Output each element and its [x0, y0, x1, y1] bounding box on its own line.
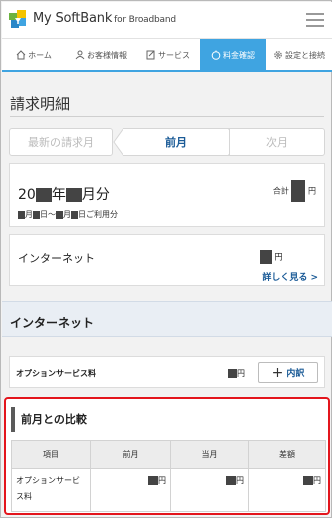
tab-service-label: サービス	[158, 50, 190, 60]
app-title-sub: for Broadband	[114, 15, 176, 25]
detail-link[interactable]: 詳しく見る >	[262, 270, 318, 283]
col-header-curr: 当月	[170, 440, 249, 469]
yen-icon	[211, 50, 221, 60]
comparison-box: 前月との比較 項目 前月 当月 差額 オプションサービス料 円 円 円	[4, 397, 330, 515]
bill-period: 月日～月日ご利用分	[18, 209, 118, 220]
bill-year-suffix: 年	[51, 187, 66, 203]
tab-home[interactable]: ホーム	[2, 39, 66, 71]
comparison-title: 前月との比較	[11, 407, 323, 432]
svg-text:Y: Y	[14, 17, 21, 26]
bill-month: 20 年月分	[18, 184, 110, 204]
col-header-item: 項目	[11, 440, 91, 469]
tab-billing-label: 料金確認	[223, 50, 255, 60]
curr-unit: 円	[236, 476, 244, 485]
period-month-2: 月	[63, 210, 71, 219]
option-unit: 円	[237, 369, 245, 378]
prev-unit: 円	[158, 476, 166, 485]
option-service-row: オプションサービス料 円 + 内訳	[9, 356, 325, 388]
option-label: オプションサービス料	[16, 369, 96, 378]
total-label: 合計	[272, 186, 289, 196]
redacted-block	[291, 180, 306, 202]
tab-settings-label: 設定と接続	[285, 50, 325, 60]
diff-unit: 円	[313, 476, 321, 485]
tab-settings[interactable]: 設定と接続	[266, 39, 332, 71]
tab-home-label: ホーム	[28, 50, 52, 60]
bill-year-prefix: 20	[18, 187, 36, 203]
previous-month-button[interactable]: 前月	[123, 128, 229, 156]
plus-icon: +	[271, 364, 284, 381]
hamburger-menu-icon[interactable]	[306, 13, 324, 27]
app-header: Y My SoftBank for Broadband	[2, 2, 332, 38]
col-header-prev: 前月	[90, 440, 171, 469]
redacted-block	[56, 210, 63, 219]
internet-section-header: インターネット	[2, 301, 332, 337]
gear-icon	[274, 51, 282, 59]
redacted-block	[260, 250, 272, 264]
internet-unit: 円	[274, 252, 283, 262]
redacted-block	[35, 188, 52, 202]
breakdown-button[interactable]: + 内訳	[258, 362, 318, 383]
internet-charge-card: インターネット 円 詳しく見る >	[9, 234, 325, 286]
app-title: My SoftBank for Broadband	[33, 11, 176, 26]
comparison-header-row: 項目 前月 当月 差額	[11, 440, 326, 469]
home-icon	[16, 50, 26, 60]
breakdown-button-label: 内訳	[286, 369, 305, 379]
page-title: 請求明細	[10, 95, 71, 113]
total-unit: 円	[308, 186, 316, 196]
redacted-block	[226, 476, 236, 485]
user-icon	[75, 50, 85, 60]
month-selector: 最新の請求月 前月 次月	[9, 128, 325, 156]
redacted-block	[71, 210, 78, 219]
internet-label: インターネット	[18, 252, 95, 265]
redacted-block	[18, 210, 25, 219]
next-month-button[interactable]: 次月	[229, 128, 325, 156]
tab-customer-info-label: お客様情報	[87, 50, 127, 60]
softbank-logo-icon: Y	[9, 10, 26, 28]
period-month-1: 月	[25, 210, 33, 219]
table-row: オプションサービス料 円 円 円	[11, 468, 326, 512]
row-curr: 円	[170, 468, 249, 512]
redacted-block	[65, 188, 82, 202]
redacted-block	[148, 476, 158, 485]
period-day-1: 日～	[40, 210, 56, 219]
row-diff: 円	[248, 468, 326, 512]
service-icon	[146, 50, 155, 60]
bill-total: 合計 円	[273, 180, 316, 202]
row-prev: 円	[90, 468, 171, 512]
section-title: インターネット	[10, 316, 95, 330]
bill-month-suffix: 月分	[81, 187, 110, 203]
latest-month-button[interactable]: 最新の請求月	[9, 128, 113, 156]
redacted-block	[228, 369, 237, 378]
comparison-table: 項目 前月 当月 差額 オプションサービス料 円 円 円	[11, 440, 326, 512]
bill-summary-card: 20 年月分 月日～月日ご利用分 合計 円	[9, 163, 325, 227]
tab-customer-info[interactable]: お客様情報	[66, 39, 136, 71]
page-title-area: 請求明細	[2, 74, 332, 124]
app-title-main: My SoftBank	[33, 11, 113, 26]
internet-value: 円	[260, 250, 283, 264]
app-frame: Y My SoftBank for Broadband ホーム お客様情報 サービ…	[0, 0, 332, 518]
option-value: 円	[228, 368, 245, 379]
redacted-block	[33, 210, 40, 219]
row-item: オプションサービス料	[11, 468, 91, 512]
redacted-block	[303, 476, 313, 485]
col-header-diff: 差額	[248, 440, 326, 469]
tab-billing[interactable]: 料金確認	[200, 39, 266, 71]
period-day-2: 日ご利用分	[78, 210, 118, 219]
main-nav: ホーム お客様情報 サービス 料金確認 設定と接続	[2, 38, 332, 72]
tab-service[interactable]: サービス	[136, 39, 200, 71]
title-divider	[10, 116, 324, 117]
